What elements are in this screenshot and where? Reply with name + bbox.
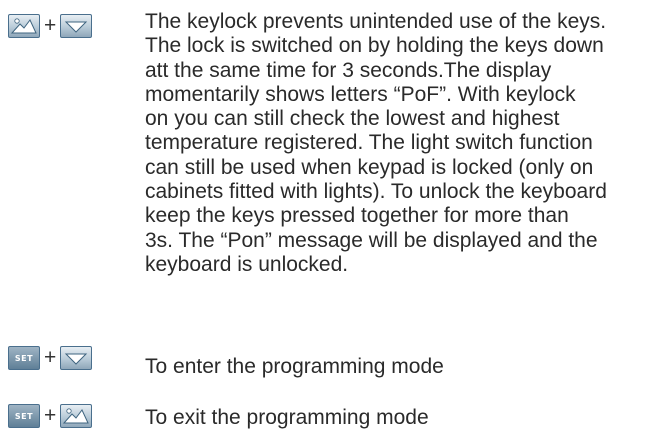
exit-programming-text: To exit the programming mode <box>145 406 429 429</box>
set-key-icon: SET <box>8 346 40 370</box>
plus-sign: + <box>44 404 57 427</box>
key-combo-keylock: + <box>8 14 93 38</box>
enter-programming-text: To enter the programming mode <box>145 355 444 378</box>
set-key-icon: SET <box>8 404 40 428</box>
plus-sign: + <box>44 346 57 369</box>
plus-sign: + <box>44 14 57 37</box>
mountain-up-icon <box>8 14 40 38</box>
key-combo-enter: SET + <box>8 346 93 370</box>
key-combo-exit: SET + <box>8 404 93 428</box>
mountain-up-icon <box>60 404 93 428</box>
down-arrow-icon <box>60 346 93 370</box>
keylock-description: The keylock prevents unintended use of t… <box>145 10 607 276</box>
down-arrow-icon <box>60 14 93 38</box>
